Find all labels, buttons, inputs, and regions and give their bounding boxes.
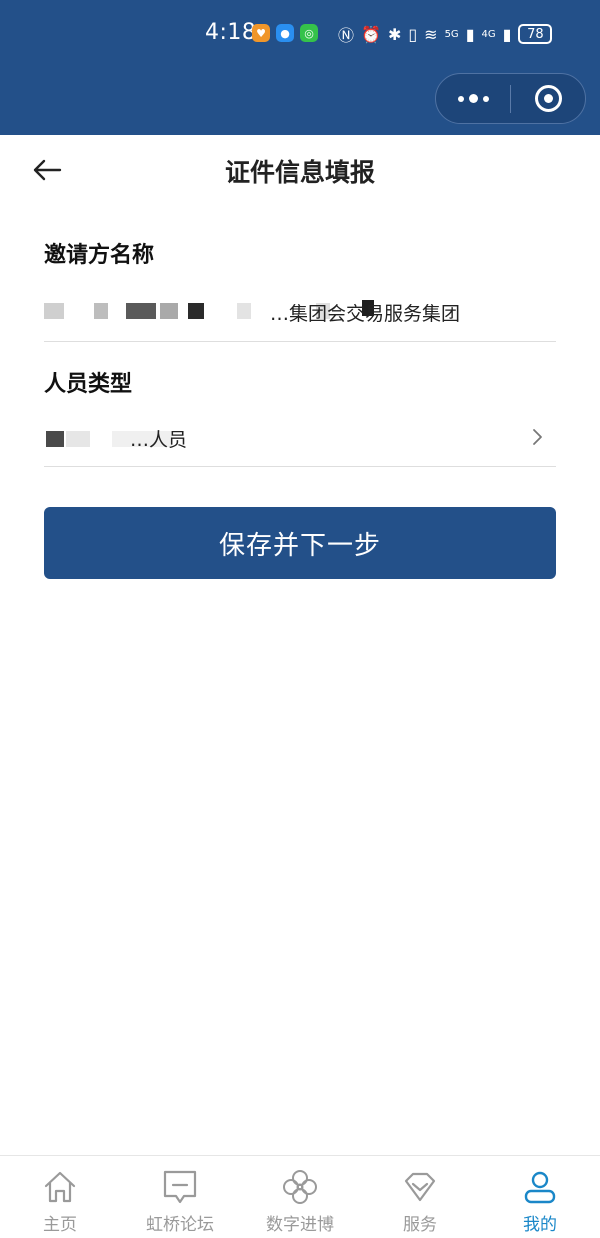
- redacted-mask: [46, 431, 64, 447]
- tab-label: 虹桥论坛: [146, 1215, 214, 1235]
- page-title: 证件信息填报: [224, 158, 375, 187]
- wifi-icon: ≋: [424, 24, 438, 44]
- alarm-icon: ⏰: [361, 24, 381, 44]
- top-band: 4:18 ♥ ● ◎ Ⓝ ⏰ ✱ ▯ ≋ 5G ▮ 4G ▮ 78: [0, 0, 600, 135]
- tab-mine[interactable]: 我的: [480, 1156, 600, 1238]
- tab-forum[interactable]: 虹桥论坛: [120, 1156, 240, 1238]
- inviter-label: 邀请方名称: [44, 243, 155, 268]
- wechat-notification-icon: ◎: [300, 24, 318, 42]
- network-4g-label: 4G: [481, 28, 496, 40]
- personnel-type-label: 人员类型: [44, 372, 133, 397]
- personnel-type-value: …人员: [130, 429, 188, 451]
- tab-label: 主页: [43, 1215, 77, 1235]
- divider: [44, 341, 556, 342]
- nav-bar: 证件信息填报: [0, 135, 600, 205]
- tab-label: 我的: [523, 1215, 557, 1235]
- save-next-button[interactable]: 保存并下一步: [44, 507, 556, 579]
- bluetooth-icon: ✱: [387, 24, 402, 44]
- signal-icon-2: ▮: [502, 24, 512, 44]
- more-button[interactable]: [436, 74, 510, 123]
- vibrate-icon: ▯: [408, 24, 418, 44]
- redacted-mask: [94, 303, 108, 319]
- notification-icons: ♥ ● ◎: [252, 24, 318, 42]
- tab-service[interactable]: 服务: [360, 1156, 480, 1238]
- redacted-mask: [66, 431, 90, 447]
- tab-digital-expo[interactable]: 数字进博: [240, 1156, 360, 1238]
- diamond-icon: [404, 1172, 436, 1202]
- network-5g-label: 5G: [444, 28, 459, 40]
- page: 4:18 ♥ ● ◎ Ⓝ ⏰ ✱ ▯ ≋ 5G ▮ 4G ▮ 78 证件信息填报…: [0, 0, 600, 1238]
- more-dot-icon: [457, 95, 464, 102]
- tab-bar: 主页 虹桥论坛 数字进博 服务 我的: [0, 1155, 600, 1238]
- home-icon: [44, 1171, 76, 1203]
- redacted-mask: [126, 303, 156, 319]
- more-dot-icon: [482, 95, 489, 102]
- tab-home[interactable]: 主页: [0, 1156, 120, 1238]
- nfc-icon: Ⓝ: [338, 26, 355, 45]
- status-time: 4:18: [205, 20, 257, 45]
- message-notification-icon: ●: [276, 24, 294, 42]
- close-miniprogram-button[interactable]: [511, 74, 585, 123]
- status-bar: 4:18 ♥ ● ◎ Ⓝ ⏰ ✱ ▯ ≋ 5G ▮ 4G ▮ 78: [0, 18, 600, 54]
- redacted-mask: [237, 303, 251, 319]
- system-icons: Ⓝ ⏰ ✱ ▯ ≋ 5G ▮ 4G ▮ 78: [338, 22, 553, 46]
- divider: [44, 466, 556, 467]
- app-notification-icon: ♥: [252, 24, 270, 42]
- tab-label: 数字进博: [266, 1215, 334, 1235]
- clover-icon: [283, 1170, 317, 1204]
- inviter-value-suffix: …集团会交易服务集团: [270, 303, 461, 325]
- redacted-mask: [44, 303, 64, 319]
- battery-icon: 78: [518, 24, 553, 44]
- signal-icon: ▮: [465, 24, 475, 44]
- more-dot-icon: [468, 94, 478, 103]
- tab-label: 服务: [403, 1215, 437, 1235]
- chevron-right-icon: [533, 429, 542, 445]
- user-icon: [524, 1171, 556, 1204]
- target-icon: [534, 85, 562, 112]
- redacted-mask: [160, 303, 178, 319]
- miniprogram-capsule: [435, 73, 586, 124]
- redacted-mask: [188, 303, 204, 319]
- chat-icon: [163, 1170, 197, 1204]
